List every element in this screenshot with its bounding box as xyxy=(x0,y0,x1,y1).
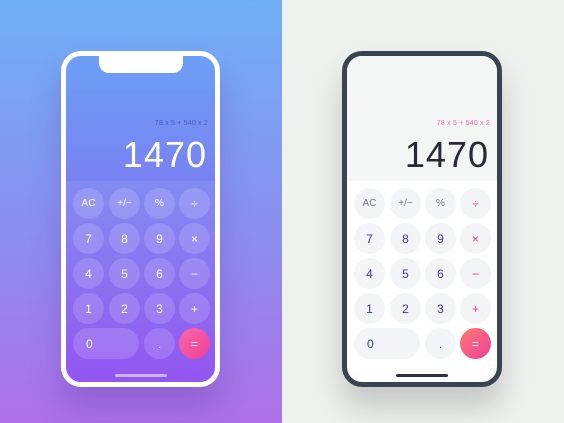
result-text: 1470 xyxy=(122,134,207,175)
equals-button[interactable]: = xyxy=(460,328,491,359)
digit-6-button[interactable]: 6 xyxy=(425,258,456,289)
home-indicator xyxy=(396,374,448,377)
ac-button[interactable]: AC xyxy=(73,188,104,219)
expression-text: 78 x 5 + 540 x 2 xyxy=(154,120,208,127)
digit-5-button[interactable]: 5 xyxy=(390,258,421,289)
percent-button[interactable]: % xyxy=(144,188,175,219)
digit-9-button[interactable]: 9 xyxy=(425,223,456,254)
digit-4-button[interactable]: 4 xyxy=(354,258,385,289)
digit-7-button[interactable]: 7 xyxy=(73,223,104,254)
digit-1-button[interactable]: 1 xyxy=(73,293,104,324)
digit-6-button[interactable]: 6 xyxy=(144,258,175,289)
minus-button[interactable]: − xyxy=(179,258,210,289)
calculator-display: 78 x 5 + 540 x 2 1470 xyxy=(66,56,215,181)
divide-button[interactable]: ÷ xyxy=(179,188,210,219)
digit-5-button[interactable]: 5 xyxy=(109,258,140,289)
sign-toggle-button[interactable]: +/− xyxy=(109,188,140,219)
expression-text: 78 x 5 + 540 x 2 xyxy=(436,120,490,127)
phone-light-calculator: 78 x 5 + 540 x 2 1470 AC +/− % ÷ 7 8 9 ×… xyxy=(342,51,502,387)
digit-0-button[interactable]: 0 xyxy=(73,328,139,359)
digit-8-button[interactable]: 8 xyxy=(109,223,140,254)
plus-button[interactable]: + xyxy=(179,293,210,324)
multiply-button[interactable]: × xyxy=(179,223,210,254)
keypad: AC +/− % ÷ 7 8 9 × 4 5 6 − 1 2 3 + 0 . = xyxy=(347,181,497,382)
calculator-display: 78 x 5 + 540 x 2 1470 xyxy=(347,56,497,181)
decimal-button[interactable]: . xyxy=(425,328,456,359)
phone-gradient-calculator: 78 x 5 + 540 x 2 1470 AC +/− % ÷ 7 8 9 ×… xyxy=(61,51,220,387)
divide-button[interactable]: ÷ xyxy=(460,188,491,219)
equals-button[interactable]: = xyxy=(179,328,210,359)
decimal-button[interactable]: . xyxy=(144,328,175,359)
digit-4-button[interactable]: 4 xyxy=(73,258,104,289)
digit-7-button[interactable]: 7 xyxy=(354,223,385,254)
keypad: AC +/− % ÷ 7 8 9 × 4 5 6 − 1 2 3 + 0 . = xyxy=(66,181,215,382)
home-indicator xyxy=(114,374,167,377)
result-text: 1470 xyxy=(404,134,489,175)
digit-8-button[interactable]: 8 xyxy=(390,223,421,254)
digit-0-button[interactable]: 0 xyxy=(354,328,420,359)
percent-button[interactable]: % xyxy=(425,188,456,219)
digit-3-button[interactable]: 3 xyxy=(144,293,175,324)
minus-button[interactable]: − xyxy=(460,258,491,289)
sign-toggle-button[interactable]: +/− xyxy=(390,188,421,219)
digit-1-button[interactable]: 1 xyxy=(354,293,385,324)
plus-button[interactable]: + xyxy=(460,293,491,324)
digit-2-button[interactable]: 2 xyxy=(109,293,140,324)
ac-button[interactable]: AC xyxy=(354,188,385,219)
digit-9-button[interactable]: 9 xyxy=(144,223,175,254)
digit-2-button[interactable]: 2 xyxy=(390,293,421,324)
digit-3-button[interactable]: 3 xyxy=(425,293,456,324)
multiply-button[interactable]: × xyxy=(460,223,491,254)
